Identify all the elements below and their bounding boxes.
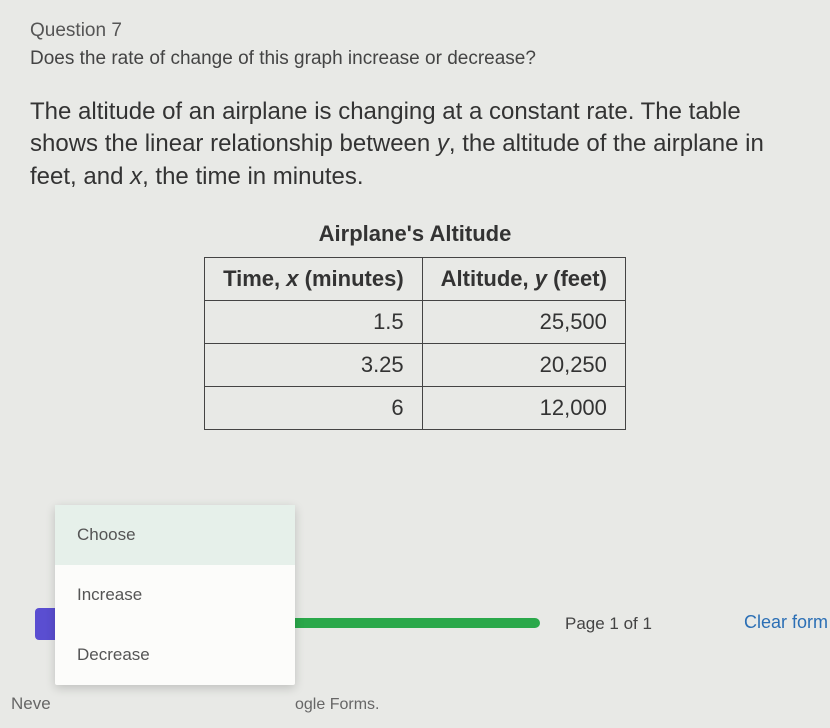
footer-text-fragment-left: Neve bbox=[11, 694, 51, 714]
passage-text: , the time in minutes. bbox=[142, 163, 363, 190]
table-row: 3.25 20,250 bbox=[205, 344, 626, 387]
table-header-row: Time, x (minutes) Altitude, y (feet) bbox=[205, 258, 626, 301]
header-time: Time, x (minutes) bbox=[205, 258, 423, 301]
question-content: Question 7 Does the rate of change of th… bbox=[0, 0, 830, 430]
table-title: Airplane's Altitude bbox=[319, 221, 512, 247]
dropdown-option-decrease[interactable]: Decrease bbox=[55, 625, 295, 685]
header-altitude: Altitude, y (feet) bbox=[422, 258, 625, 301]
question-passage: The altitude of an airplane is changing … bbox=[30, 96, 800, 193]
table-row: 6 12,000 bbox=[205, 387, 626, 430]
cell-time: 1.5 bbox=[205, 301, 423, 344]
header-alt-pre: Altitude, bbox=[441, 266, 535, 291]
answer-dropdown[interactable]: Choose Increase Decrease bbox=[55, 505, 295, 685]
variable-y: y bbox=[437, 130, 449, 157]
table-row: 1.5 25,500 bbox=[205, 301, 626, 344]
cell-time: 3.25 bbox=[205, 344, 423, 387]
cell-altitude: 20,250 bbox=[422, 344, 625, 387]
cell-altitude: 12,000 bbox=[422, 387, 625, 430]
progress-bar bbox=[290, 618, 540, 628]
header-time-pre: Time, bbox=[223, 266, 286, 291]
cell-time: 6 bbox=[205, 387, 423, 430]
question-prompt: Does the rate of change of this graph in… bbox=[30, 48, 800, 70]
header-alt-post: (feet) bbox=[547, 266, 607, 291]
dropdown-option-choose[interactable]: Choose bbox=[55, 505, 295, 565]
footer-text-fragment-forms: ogle Forms. bbox=[295, 696, 379, 714]
header-time-post: (minutes) bbox=[299, 266, 404, 291]
altitude-table: Time, x (minutes) Altitude, y (feet) 1.5… bbox=[204, 257, 626, 430]
table-container: Airplane's Altitude Time, x (minutes) Al… bbox=[30, 221, 800, 430]
clear-form-link[interactable]: Clear form bbox=[744, 612, 830, 633]
page-indicator: Page 1 of 1 bbox=[565, 614, 652, 634]
header-alt-var: y bbox=[535, 266, 547, 291]
dropdown-option-increase[interactable]: Increase bbox=[55, 565, 295, 625]
variable-x: x bbox=[130, 163, 142, 190]
cell-altitude: 25,500 bbox=[422, 301, 625, 344]
submit-button-fragment[interactable] bbox=[35, 608, 57, 640]
question-number: Question 7 bbox=[30, 20, 800, 42]
header-time-var: x bbox=[286, 266, 298, 291]
